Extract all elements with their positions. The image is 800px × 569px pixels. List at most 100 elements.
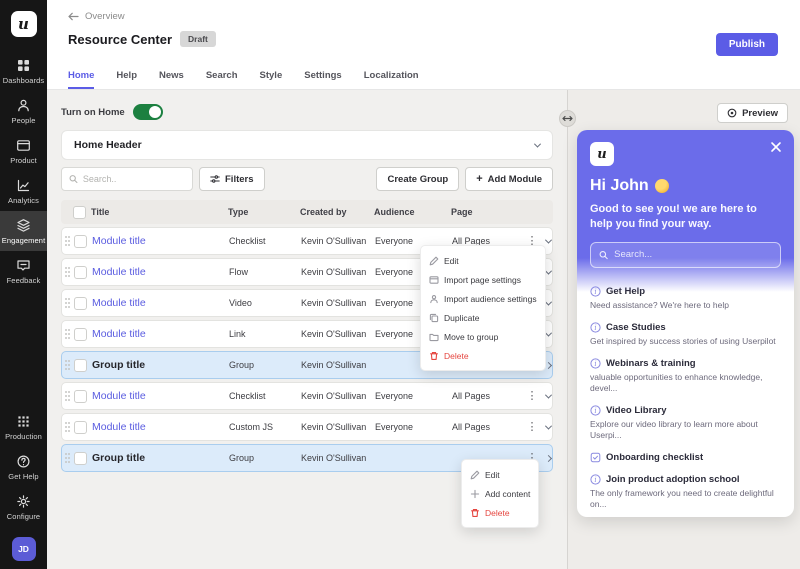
drag-handle-icon[interactable]: [64, 328, 72, 340]
column-type: Type: [228, 207, 298, 217]
widget-item-desc: Get inspired by success stories of using…: [590, 336, 781, 347]
chevron-right-icon[interactable]: [540, 456, 556, 461]
preview-button[interactable]: Preview: [717, 103, 788, 123]
tab-settings[interactable]: Settings: [304, 70, 341, 89]
plus-icon: [470, 489, 480, 499]
menu-item-edit[interactable]: Edit: [462, 465, 538, 484]
sidebar-item-engagement[interactable]: Engagement: [0, 211, 47, 251]
row-created-by: Kevin O'Sullivan: [301, 422, 373, 432]
add-module-button[interactable]: + Add Module: [465, 167, 553, 191]
table-row[interactable]: Module title Checklist Kevin O'Sullivan …: [61, 382, 553, 410]
row-checkbox[interactable]: [74, 359, 87, 372]
tab-style[interactable]: Style: [260, 70, 283, 89]
turn-on-home-toggle[interactable]: [133, 104, 163, 120]
drag-handle-icon[interactable]: [64, 421, 72, 433]
drag-handle-icon[interactable]: [64, 452, 72, 464]
row-title[interactable]: Module title: [92, 328, 227, 340]
close-icon[interactable]: [770, 141, 782, 153]
search-input[interactable]: [83, 174, 185, 184]
drag-handle-icon[interactable]: [64, 266, 72, 278]
menu-item-import-page-settings[interactable]: Import page settings: [421, 270, 545, 289]
add-module-label: Add Module: [488, 174, 542, 185]
sidebar-item-production[interactable]: Production: [0, 407, 47, 447]
tab-localization[interactable]: Localization: [364, 70, 419, 89]
row-title[interactable]: Module title: [92, 266, 227, 278]
menu-item-delete[interactable]: Delete: [462, 503, 538, 522]
row-title[interactable]: Module title: [92, 235, 227, 247]
row-created-by: Kevin O'Sullivan: [301, 360, 373, 370]
pencil-icon: [429, 256, 439, 266]
sidebar-item-product[interactable]: Product: [0, 131, 47, 171]
back-link[interactable]: Overview: [68, 11, 125, 22]
row-type: Flow: [229, 267, 299, 277]
info-circle-icon: i: [590, 358, 601, 369]
home-header-section[interactable]: Home Header: [61, 130, 553, 160]
chevron-down-icon[interactable]: [540, 394, 556, 399]
drag-handle-icon[interactable]: [64, 235, 72, 247]
widget-item-webinars[interactable]: i Webinars & training valuable opportuni…: [590, 358, 781, 394]
drag-handle-icon[interactable]: [64, 359, 72, 371]
sidebar-item-analytics[interactable]: Analytics: [0, 171, 47, 211]
drag-handle-icon[interactable]: [64, 390, 72, 402]
menu-item-label: Duplicate: [444, 313, 479, 323]
feedback-bubble-icon: [16, 258, 31, 273]
menu-item-import-audience-settings[interactable]: Import audience settings: [421, 289, 545, 308]
widget-item-video-library[interactable]: i Video Library Explore our video librar…: [590, 405, 781, 441]
table-row[interactable]: Module title Custom JS Kevin O'Sullivan …: [61, 413, 553, 441]
kebab-menu-icon[interactable]: [526, 422, 538, 433]
sidebar-item-get-help[interactable]: Get Help: [0, 447, 47, 487]
row-audience: Everyone: [375, 391, 450, 401]
sidebar-item-label: Engagement: [2, 236, 46, 245]
tab-search[interactable]: Search: [206, 70, 238, 89]
sidebar-item-dashboards[interactable]: Dashboards: [0, 51, 47, 91]
row-title[interactable]: Module title: [92, 421, 227, 433]
row-title[interactable]: Group title: [92, 452, 227, 464]
userpilot-logo[interactable]: u: [11, 11, 37, 37]
tab-home[interactable]: Home: [68, 70, 94, 89]
panel-resize-handle[interactable]: [559, 110, 576, 127]
row-title[interactable]: Module title: [92, 297, 227, 309]
filters-button[interactable]: Filters: [199, 167, 265, 191]
trash-icon: [429, 351, 439, 361]
plus-icon: +: [476, 173, 482, 185]
sidebar-item-people[interactable]: People: [0, 91, 47, 131]
widget-item-adoption-school[interactable]: i Join product adoption school The only …: [590, 474, 781, 510]
menu-item-move-to-group[interactable]: Move to group: [421, 327, 545, 346]
widget-search-input[interactable]: [614, 249, 772, 260]
publish-button[interactable]: Publish: [716, 33, 778, 56]
trash-icon: [470, 508, 480, 518]
chevron-down-icon[interactable]: [540, 425, 556, 430]
menu-item-edit[interactable]: Edit: [421, 251, 545, 270]
row-title[interactable]: Group title: [92, 359, 227, 371]
row-checkbox[interactable]: [74, 235, 87, 248]
widget-item-case-studies[interactable]: i Case Studies Get inspired by success s…: [590, 322, 781, 347]
module-search[interactable]: [61, 167, 193, 191]
row-checkbox[interactable]: [74, 328, 87, 341]
create-group-button[interactable]: Create Group: [376, 167, 459, 191]
row-created-by: Kevin O'Sullivan: [301, 391, 373, 401]
select-all-checkbox[interactable]: [73, 206, 86, 219]
menu-item-label: Delete: [444, 351, 469, 361]
kebab-menu-icon[interactable]: [526, 391, 538, 402]
chevron-down-icon[interactable]: [540, 239, 556, 244]
table-header: Title Type Created by Audience Page: [61, 200, 553, 224]
widget-search[interactable]: [590, 242, 781, 268]
tab-news[interactable]: News: [159, 70, 184, 89]
row-checkbox[interactable]: [74, 297, 87, 310]
menu-item-duplicate[interactable]: Duplicate: [421, 308, 545, 327]
row-checkbox[interactable]: [74, 390, 87, 403]
user-avatar[interactable]: JD: [12, 537, 36, 561]
sidebar-item-configure[interactable]: Configure: [0, 487, 47, 527]
menu-item-delete[interactable]: Delete: [421, 346, 545, 365]
menu-item-label: Move to group: [444, 332, 498, 342]
menu-item-add-content[interactable]: Add content: [462, 484, 538, 503]
row-title[interactable]: Module title: [92, 390, 227, 402]
row-checkbox[interactable]: [74, 266, 87, 279]
preview-button-label: Preview: [742, 108, 778, 119]
widget-item-onboarding-checklist[interactable]: Onboarding checklist: [590, 452, 781, 463]
drag-handle-icon[interactable]: [64, 297, 72, 309]
tab-help[interactable]: Help: [116, 70, 137, 89]
row-checkbox[interactable]: [74, 421, 87, 434]
sidebar-item-feedback[interactable]: Feedback: [0, 251, 47, 291]
row-checkbox[interactable]: [74, 452, 87, 465]
